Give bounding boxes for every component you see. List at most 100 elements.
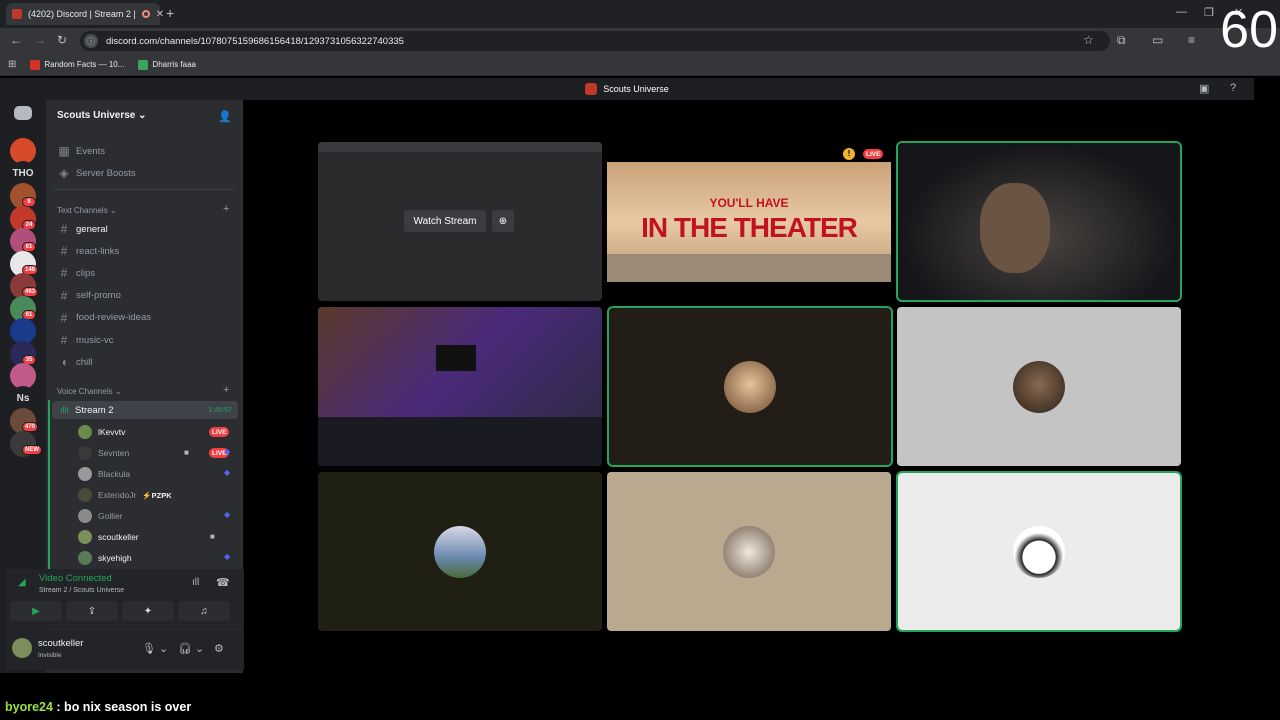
hash-icon: # [60,222,68,236]
bookmark-star-icon[interactable]: ☆ [1083,33,1094,47]
hash-icon: # [60,288,68,303]
server-boosts-link[interactable]: ◈ Server Boosts [58,166,135,180]
user-panel: scoutkeller Invisible 🎙︎ ⌄ 🎧︎ ⌄ ⚙ [6,630,244,670]
nitro-gem-icon: ◆ [224,552,231,561]
camera-button[interactable]: ▶ [10,601,62,621]
member-name: skyehigh [98,553,132,563]
member-name: scoutkeller [98,532,139,542]
person-silhouette [980,183,1050,273]
reading-list-icon[interactable]: ≡ [1188,33,1195,47]
popout-icon[interactable]: ⊕ [492,210,514,232]
activities-button[interactable]: ✦ [122,601,174,621]
settings-gear-icon[interactable]: ⚙ [214,642,224,655]
speaker-icon: ◖ [60,355,68,370]
voice-channel-name: Stream 2 [75,404,114,416]
noise-suppression-icon[interactable]: ıll [192,577,199,588]
user-avatar [723,525,775,578]
back-icon[interactable]: ← [10,33,22,47]
avatar-tile[interactable] [897,307,1181,466]
create-channel-icon[interactable]: + [223,384,229,396]
invite-people-icon[interactable]: 👤 [218,110,232,123]
movie-frame: YOU'LL HAVE IN THE THEATER [607,162,891,282]
member-name: Sevnten [98,448,130,458]
webcam-tile-room[interactable] [318,307,602,466]
close-tab-icon[interactable]: ✕ [156,9,164,20]
avatar-tile[interactable] [318,472,602,631]
bookmark-random-facts[interactable]: Random Facts — 10... [30,59,124,70]
voice-connection-panel: ◢ Video Connected Stream 2 / Scouts Univ… [6,569,244,629]
stream-preview-bar [318,142,602,152]
channel-react-links[interactable]: # react-links [58,244,120,258]
member-name: ExtendoJr [98,490,137,500]
category-label: Voice Channels [57,387,113,396]
share-screen-button[interactable]: ⇪ [66,601,118,621]
channel-general[interactable]: # general [58,222,108,236]
calendar-icon: ▦ [58,144,70,158]
soundboard-button[interactable]: ♫ [178,601,230,621]
category-label: Text Channels [57,206,108,215]
voice-member[interactable]: Sevnten [78,446,129,460]
user-avatar[interactable] [12,638,32,658]
webcam-tile-speaking[interactable] [896,141,1182,302]
watch-stream-button[interactable]: Watch Stream [404,210,486,232]
voice-member[interactable]: skyehigh [78,551,132,565]
headphones-icon[interactable]: 🎧︎ ⌄ [178,642,204,655]
channel-self-promo[interactable]: # self-promo [58,289,121,303]
recording-icon [141,10,150,18]
avatar-tile[interactable] [607,472,891,631]
bookmark-dharris[interactable]: Dharris faaa [138,59,196,70]
member-avatar [78,551,92,565]
help-icon[interactable]: ? [1230,82,1236,94]
avatar-tile-speaking[interactable] [607,306,893,467]
bookmarks-bar: ⊞ Random Facts — 10... Dharris faaa [0,54,1280,76]
apps-grid-icon[interactable]: ⊞ [8,59,16,70]
window-title: Scouts Universe [603,84,669,94]
voice-member[interactable]: Blackula [78,467,130,481]
microphone-icon[interactable]: 🎙︎ ⌄ [142,642,168,655]
boost-icon: ◈ [59,166,69,180]
voice-member[interactable]: scoutkeller [78,530,139,544]
voice-channel-stream-2[interactable]: ıllı Stream 2 1:46:57 [52,401,238,419]
create-channel-icon[interactable]: + [223,203,229,215]
video-grid: Watch Stream ⊕ YOU'LL HAVE IN THE THEATE… [244,100,1254,673]
extensions-icon[interactable]: ⧉ [1117,33,1126,48]
minimize-icon[interactable]: — [1176,6,1187,18]
new-tab-button[interactable]: + [166,5,174,21]
nitro-gem-icon: ◆ [224,468,231,477]
screenshare-tile[interactable]: YOU'LL HAVE IN THE THEATER ! LIVE [607,142,891,301]
channel-clips[interactable]: # clips [58,266,95,280]
live-badge: LIVE [863,149,884,159]
channel-chill[interactable]: ◖ chill [58,355,92,369]
maximize-icon[interactable]: ❐ [1204,6,1214,19]
camera-icon: ■ [184,448,189,457]
text-channels-category[interactable]: Text Channels ⌄ [57,206,117,215]
inbox-icon[interactable]: ▣ [1199,82,1209,95]
voice-channel-location[interactable]: Stream 2 / Scouts Universe [39,587,124,594]
site-info-icon[interactable]: ⓘ [84,34,98,48]
voice-member[interactable]: Gollier [78,509,123,523]
reload-icon[interactable]: ↻ [57,33,67,47]
browser-tabbar: (4202) Discord | Stream 2 | ✕ + — ❐ ✕ [0,0,1280,28]
browser-tab[interactable]: (4202) Discord | Stream 2 | ✕ [6,3,164,25]
beach-shore [607,254,891,282]
voice-status[interactable]: Video Connected [39,573,112,584]
voice-member[interactable]: lKevvtv [78,425,125,439]
stream-tile[interactable]: Watch Stream ⊕ [318,142,602,301]
voice-member[interactable]: ExtendoJr ⚡PZPK [78,488,172,502]
events-link[interactable]: ▦ Events [58,144,105,158]
warning-icon: ! [843,148,855,160]
forward-icon[interactable]: → [34,33,46,47]
channel-music-vc[interactable]: # music-vc [58,333,114,347]
voice-channel-time: 1:46:57 [208,406,232,414]
member-name: Blackula [98,469,131,479]
channel-name: food-review-ideas [76,312,151,324]
fps-counter: 60 [1220,1,1278,59]
voice-channels-category[interactable]: Voice Channels ⌄ [57,387,122,396]
discord-home-icon[interactable] [14,106,32,120]
cast-icon[interactable]: ▭ [1152,33,1163,47]
avatar-tile-speaking[interactable] [896,471,1182,632]
server-name-button[interactable]: Scouts Universe ⌄ [57,110,147,121]
disconnect-icon[interactable]: ☎ [216,576,230,589]
url-input[interactable]: ⓘ discord.com/channels/10780751596861564… [80,31,1110,51]
channel-food-review-ideas[interactable]: # food-review-ideas [58,311,151,325]
